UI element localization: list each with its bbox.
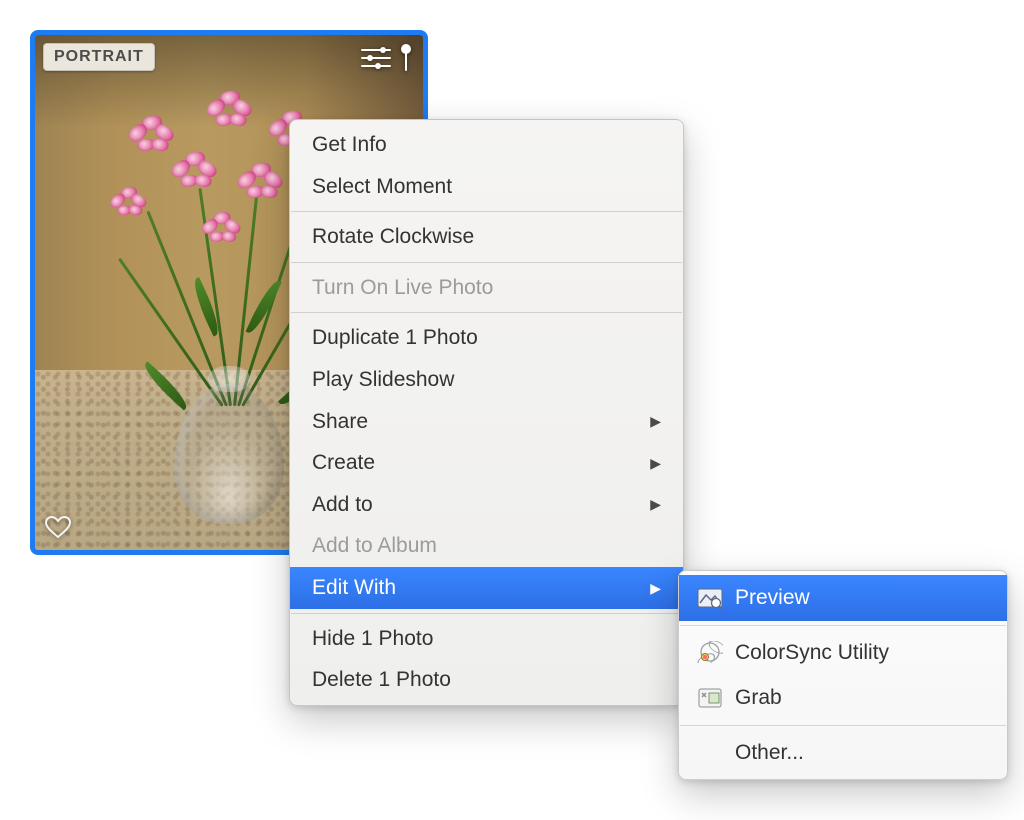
- submenu-arrow-icon: ▶: [650, 493, 661, 515]
- submenu-item-label: Preview: [735, 581, 810, 615]
- menu-add-to-album: Add to Album: [290, 525, 683, 567]
- favorite-heart-icon[interactable]: [45, 516, 71, 540]
- menu-create[interactable]: Create▶: [290, 442, 683, 484]
- submenu-grab[interactable]: Grab: [679, 675, 1007, 721]
- menu-separator: [291, 262, 682, 263]
- adjustments-icon[interactable]: [361, 45, 391, 71]
- menu-separator: [291, 312, 682, 313]
- submenu-preview[interactable]: Preview: [679, 575, 1007, 621]
- menu-add-to[interactable]: Add to▶: [290, 484, 683, 526]
- submenu-colorsync-utility[interactable]: ColorSync Utility: [679, 630, 1007, 676]
- portrait-badge: PORTRAIT: [43, 43, 155, 71]
- photo-context-menu[interactable]: Get Info Select Moment Rotate Clockwise …: [289, 119, 684, 706]
- menu-rotate-clockwise[interactable]: Rotate Clockwise: [290, 216, 683, 258]
- preview-app-icon: [697, 587, 723, 609]
- menu-hide-photo[interactable]: Hide 1 Photo: [290, 618, 683, 660]
- submenu-arrow-icon: ▶: [650, 410, 661, 432]
- menu-delete-photo[interactable]: Delete 1 Photo: [290, 659, 683, 701]
- submenu-separator: [680, 725, 1006, 726]
- menu-share[interactable]: Share▶: [290, 401, 683, 443]
- menu-turn-on-live-photo: Turn On Live Photo: [290, 267, 683, 309]
- submenu-item-label: Other...: [735, 736, 804, 770]
- depth-pin-icon[interactable]: [399, 43, 413, 73]
- submenu-item-label: ColorSync Utility: [735, 636, 889, 670]
- submenu-other[interactable]: Other...: [679, 730, 1007, 776]
- menu-select-moment[interactable]: Select Moment: [290, 166, 683, 208]
- submenu-arrow-icon: ▶: [650, 577, 661, 599]
- menu-edit-with[interactable]: Edit With▶: [290, 567, 683, 609]
- colorsync-app-icon: [697, 641, 723, 663]
- menu-get-info[interactable]: Get Info: [290, 124, 683, 166]
- grab-app-icon: [697, 687, 723, 709]
- menu-play-slideshow[interactable]: Play Slideshow: [290, 359, 683, 401]
- menu-separator: [291, 211, 682, 212]
- submenu-arrow-icon: ▶: [650, 452, 661, 474]
- submenu-separator: [680, 625, 1006, 626]
- edit-with-submenu[interactable]: Preview ColorSync Utility Grab Othe: [678, 570, 1008, 780]
- submenu-item-label: Grab: [735, 681, 782, 715]
- menu-separator: [291, 613, 682, 614]
- menu-duplicate-photo[interactable]: Duplicate 1 Photo: [290, 317, 683, 359]
